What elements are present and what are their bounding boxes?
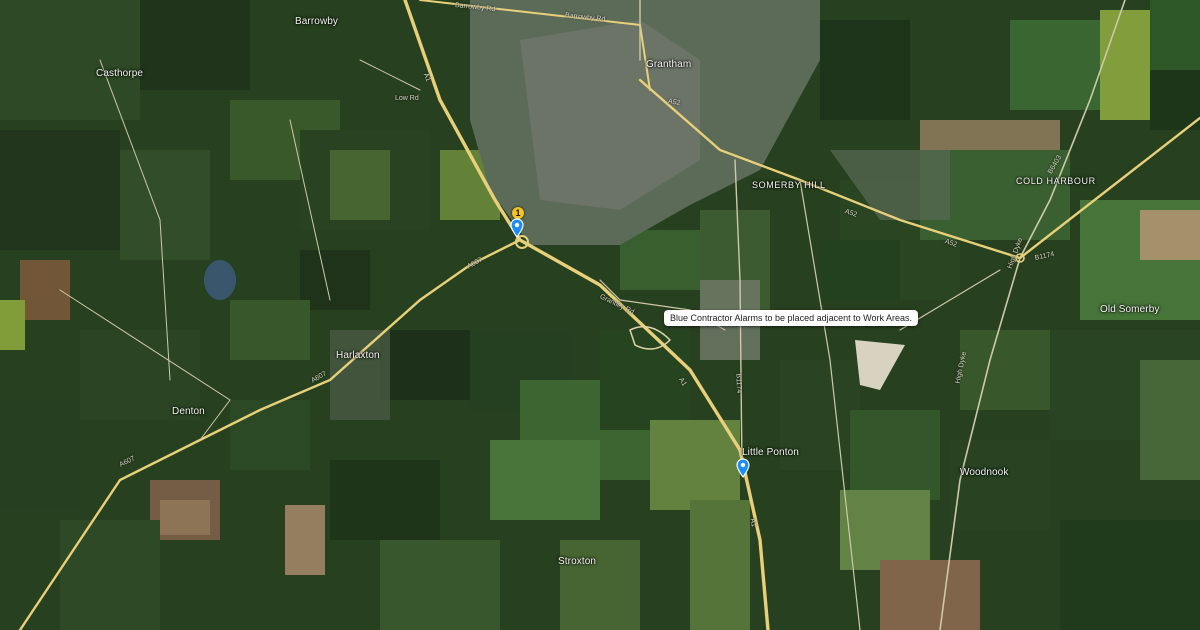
- satellite-imagery: [0, 0, 1200, 630]
- place-label-stroxton: Stroxton: [558, 556, 597, 567]
- place-label-barrowby: Barrowby: [295, 16, 339, 27]
- road-label: A1: [748, 517, 757, 528]
- place-label-old-somerby: Old Somerby: [1100, 304, 1160, 315]
- place-label-grantham: Grantham: [646, 59, 692, 70]
- map-view[interactable]: Barrowby Casthorpe Grantham SOMERBY HILL…: [0, 0, 1200, 630]
- place-label-denton: Denton: [172, 406, 205, 417]
- place-label-casthorpe: Casthorpe: [96, 68, 144, 79]
- map-pin-icon[interactable]: [509, 218, 525, 238]
- place-label-little-ponton: Little Ponton: [742, 447, 799, 458]
- road-label: Low Rd: [395, 95, 419, 102]
- road-label: B1174: [734, 373, 743, 394]
- place-label-harlaxton: Harlaxton: [336, 350, 380, 361]
- map-pin-icon[interactable]: [735, 458, 751, 478]
- place-label-cold-harbour: COLD HARBOUR: [1016, 176, 1096, 186]
- annotation-callout[interactable]: Blue Contractor Alarms to be placed adja…: [664, 310, 918, 326]
- place-label-somerby-hill: SOMERBY HILL: [752, 180, 826, 190]
- place-label-woodnook: Woodnook: [960, 467, 1009, 478]
